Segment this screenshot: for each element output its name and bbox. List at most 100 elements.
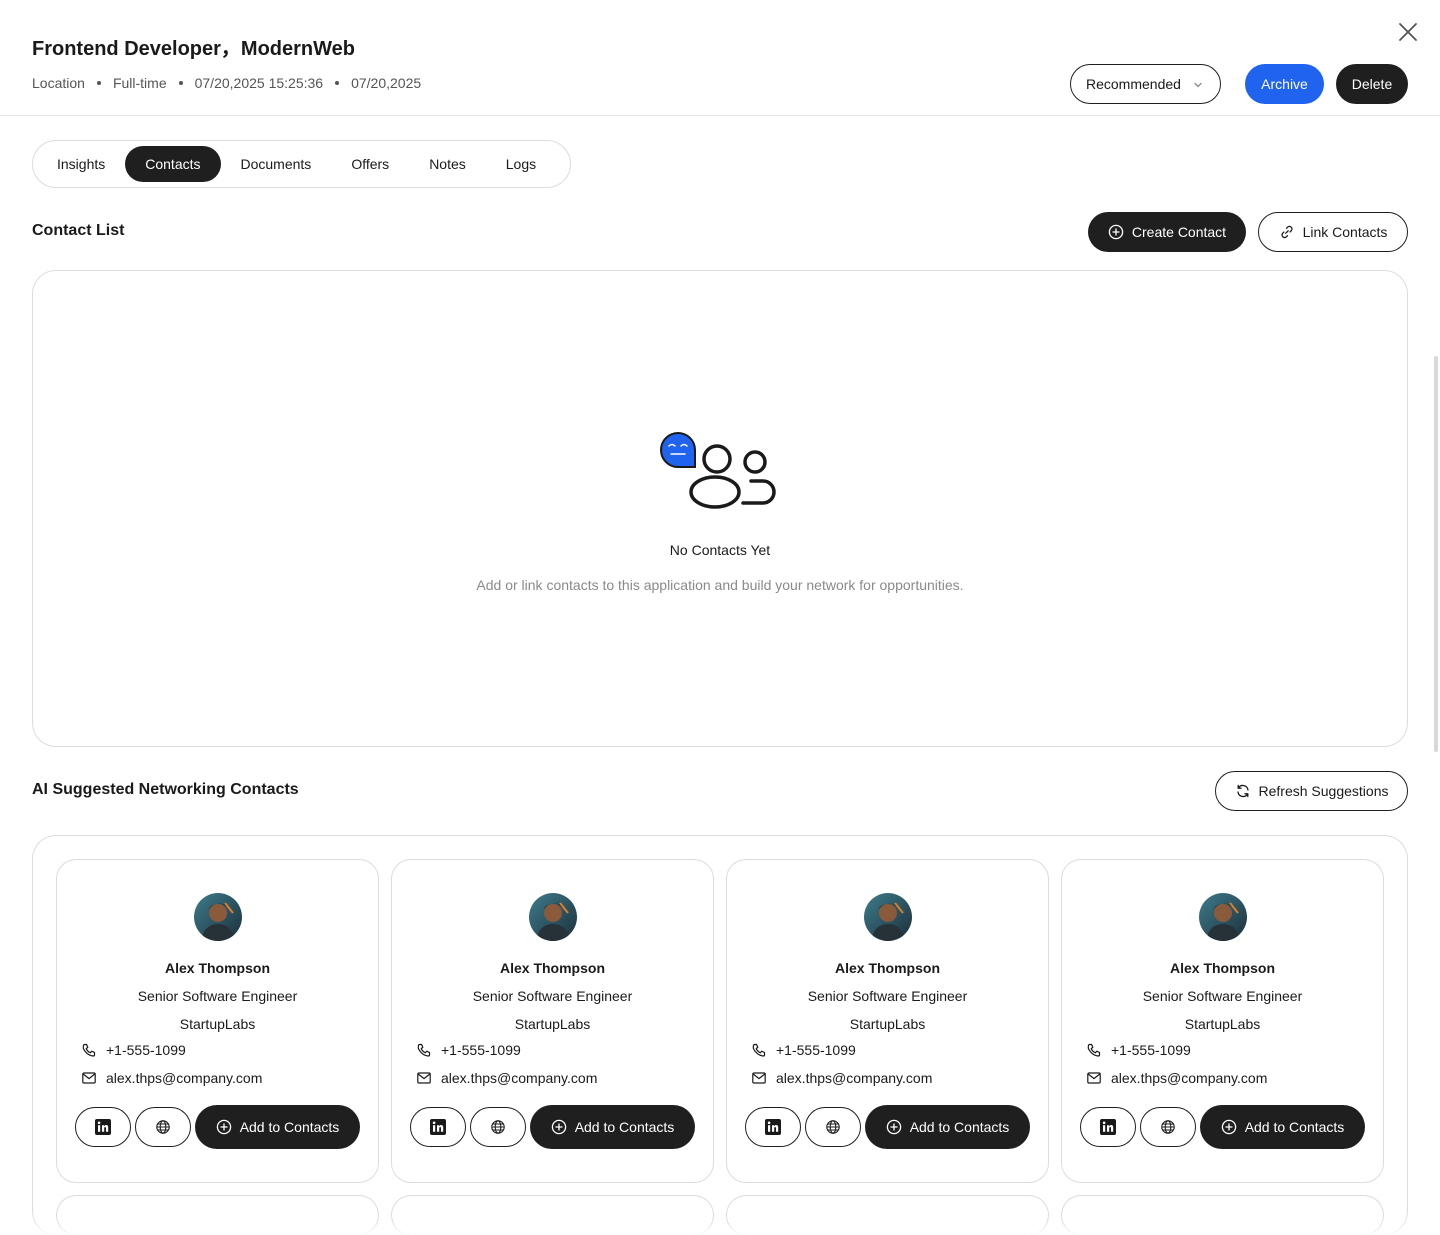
plus-circle-icon — [1108, 224, 1124, 240]
avatar — [194, 893, 242, 941]
contacts-empty-icon — [660, 431, 776, 509]
empty-state-description: Add or link contacts to this application… — [476, 577, 964, 593]
linkedin-button[interactable] — [410, 1107, 466, 1147]
contact-phone-text: +1-555-1099 — [1111, 1042, 1191, 1058]
plus-circle-icon — [886, 1119, 901, 1135]
contact-email-text: alex.thps@company.com — [1111, 1070, 1268, 1086]
linkedin-button[interactable] — [75, 1107, 131, 1147]
add-to-contacts-button[interactable]: Add to Contacts — [530, 1105, 695, 1149]
avatar — [1199, 893, 1247, 941]
refresh-icon — [1236, 784, 1249, 798]
contact-list-title: Contact List — [32, 222, 125, 239]
contact-company: StartupLabs — [1184, 1016, 1261, 1032]
website-button[interactable] — [1140, 1107, 1196, 1147]
avatar — [864, 893, 912, 941]
linkedin-button[interactable] — [1080, 1107, 1136, 1147]
tab-logs[interactable]: Logs — [486, 146, 556, 182]
suggested-contact-card: Alex Thompson Senior Software Engineer S… — [391, 859, 714, 1183]
contact-name: Alex Thompson — [499, 960, 605, 976]
tab-bar: Insights Contacts Documents Offers Notes… — [32, 140, 571, 188]
contact-email-text: alex.thps@company.com — [106, 1070, 263, 1086]
meta-separator — [96, 81, 101, 85]
contact-role: Senior Software Engineer — [807, 988, 968, 1004]
contact-email: alex.thps@company.com — [81, 1070, 262, 1086]
plus-circle-icon — [551, 1119, 566, 1135]
add-to-contacts-label: Add to Contacts — [909, 1119, 1010, 1135]
plus-circle-icon — [1221, 1119, 1236, 1135]
website-button[interactable] — [470, 1107, 526, 1147]
suggested-contact-card-partial — [56, 1195, 379, 1235]
contact-name: Alex Thompson — [1169, 960, 1275, 976]
contact-email-text: alex.thps@company.com — [776, 1070, 933, 1086]
contact-name: Alex Thompson — [164, 960, 270, 976]
globe-icon — [1161, 1120, 1175, 1134]
contact-email-text: alex.thps@company.com — [441, 1070, 598, 1086]
empty-state-title: No Contacts Yet — [669, 542, 771, 558]
avatar — [529, 893, 577, 941]
tab-offers[interactable]: Offers — [331, 146, 409, 182]
contact-list-empty-panel: No Contacts Yet Add or link contacts to … — [32, 270, 1408, 747]
archive-button[interactable]: Archive — [1245, 64, 1324, 104]
suggested-contact-card: Alex Thompson Senior Software Engineer S… — [56, 859, 379, 1183]
contact-phone: +1-555-1099 — [751, 1042, 856, 1058]
status-select[interactable]: Recommended — [1070, 64, 1221, 104]
suggested-contact-card-partial — [391, 1195, 714, 1235]
meta-separator — [178, 81, 183, 85]
contact-role: Senior Software Engineer — [137, 988, 298, 1004]
plus-circle-icon — [216, 1119, 231, 1135]
contact-company: StartupLabs — [514, 1016, 591, 1032]
mail-icon — [82, 1072, 96, 1084]
link-contacts-label: Link Contacts — [1302, 224, 1388, 240]
refresh-suggestions-button[interactable]: Refresh Suggestions — [1215, 771, 1408, 811]
add-to-contacts-button[interactable]: Add to Contacts — [1200, 1105, 1365, 1149]
status-select-value: Recommended — [1086, 76, 1181, 92]
link-contacts-button[interactable]: Link Contacts — [1258, 212, 1408, 252]
contact-phone: +1-555-1099 — [1086, 1042, 1191, 1058]
contact-role: Senior Software Engineer — [472, 988, 633, 1004]
globe-icon — [156, 1120, 170, 1134]
contact-phone-text: +1-555-1099 — [776, 1042, 856, 1058]
add-to-contacts-button[interactable]: Add to Contacts — [865, 1105, 1030, 1149]
mail-icon — [417, 1072, 431, 1084]
contact-email: alex.thps@company.com — [751, 1070, 932, 1086]
website-button[interactable] — [805, 1107, 861, 1147]
link-icon — [1281, 225, 1293, 239]
phone-icon — [417, 1043, 431, 1057]
meta-separator — [335, 81, 340, 85]
job-meta: Location Full-time 07/20,2025 15:25:36 0… — [32, 75, 421, 91]
linkedin-icon — [95, 1119, 111, 1135]
meta-date: 07/20,2025 — [351, 75, 422, 91]
tab-contacts[interactable]: Contacts — [125, 146, 221, 182]
close-icon[interactable] — [1396, 20, 1420, 44]
suggestions-title: AI Suggested Networking Contacts — [32, 781, 299, 798]
meta-type: Full-time — [112, 75, 167, 91]
page-header: Frontend Developer，ModernWeb Location Fu… — [0, 0, 1440, 116]
website-button[interactable] — [135, 1107, 191, 1147]
suggested-contact-card-partial — [1061, 1195, 1384, 1235]
delete-button[interactable]: Delete — [1336, 64, 1408, 104]
chevron-down-icon — [1194, 82, 1202, 88]
linkedin-button[interactable] — [745, 1107, 801, 1147]
suggested-contact-card: Alex Thompson Senior Software Engineer S… — [726, 859, 1049, 1183]
tab-insights[interactable]: Insights — [37, 146, 125, 182]
page-title: Frontend Developer，ModernWeb — [32, 38, 355, 60]
suggested-contact-card: Alex Thompson Senior Software Engineer S… — [1061, 859, 1384, 1183]
tab-notes[interactable]: Notes — [409, 146, 486, 182]
add-to-contacts-label: Add to Contacts — [574, 1119, 675, 1135]
contact-company: StartupLabs — [849, 1016, 926, 1032]
phone-icon — [82, 1043, 96, 1057]
add-to-contacts-button[interactable]: Add to Contacts — [195, 1105, 360, 1149]
meta-datetime: 07/20,2025 15:25:36 — [194, 75, 324, 91]
mail-icon — [752, 1072, 766, 1084]
contact-phone: +1-555-1099 — [81, 1042, 186, 1058]
globe-icon — [826, 1120, 840, 1134]
mail-icon — [1087, 1072, 1101, 1084]
create-contact-button[interactable]: Create Contact — [1088, 212, 1246, 252]
linkedin-icon — [430, 1119, 446, 1135]
linkedin-icon — [1100, 1119, 1116, 1135]
scrollbar[interactable] — [1434, 356, 1438, 752]
contact-role: Senior Software Engineer — [1142, 988, 1303, 1004]
meta-location: Location — [32, 75, 85, 91]
tab-documents[interactable]: Documents — [221, 146, 332, 182]
add-to-contacts-label: Add to Contacts — [1244, 1119, 1345, 1135]
